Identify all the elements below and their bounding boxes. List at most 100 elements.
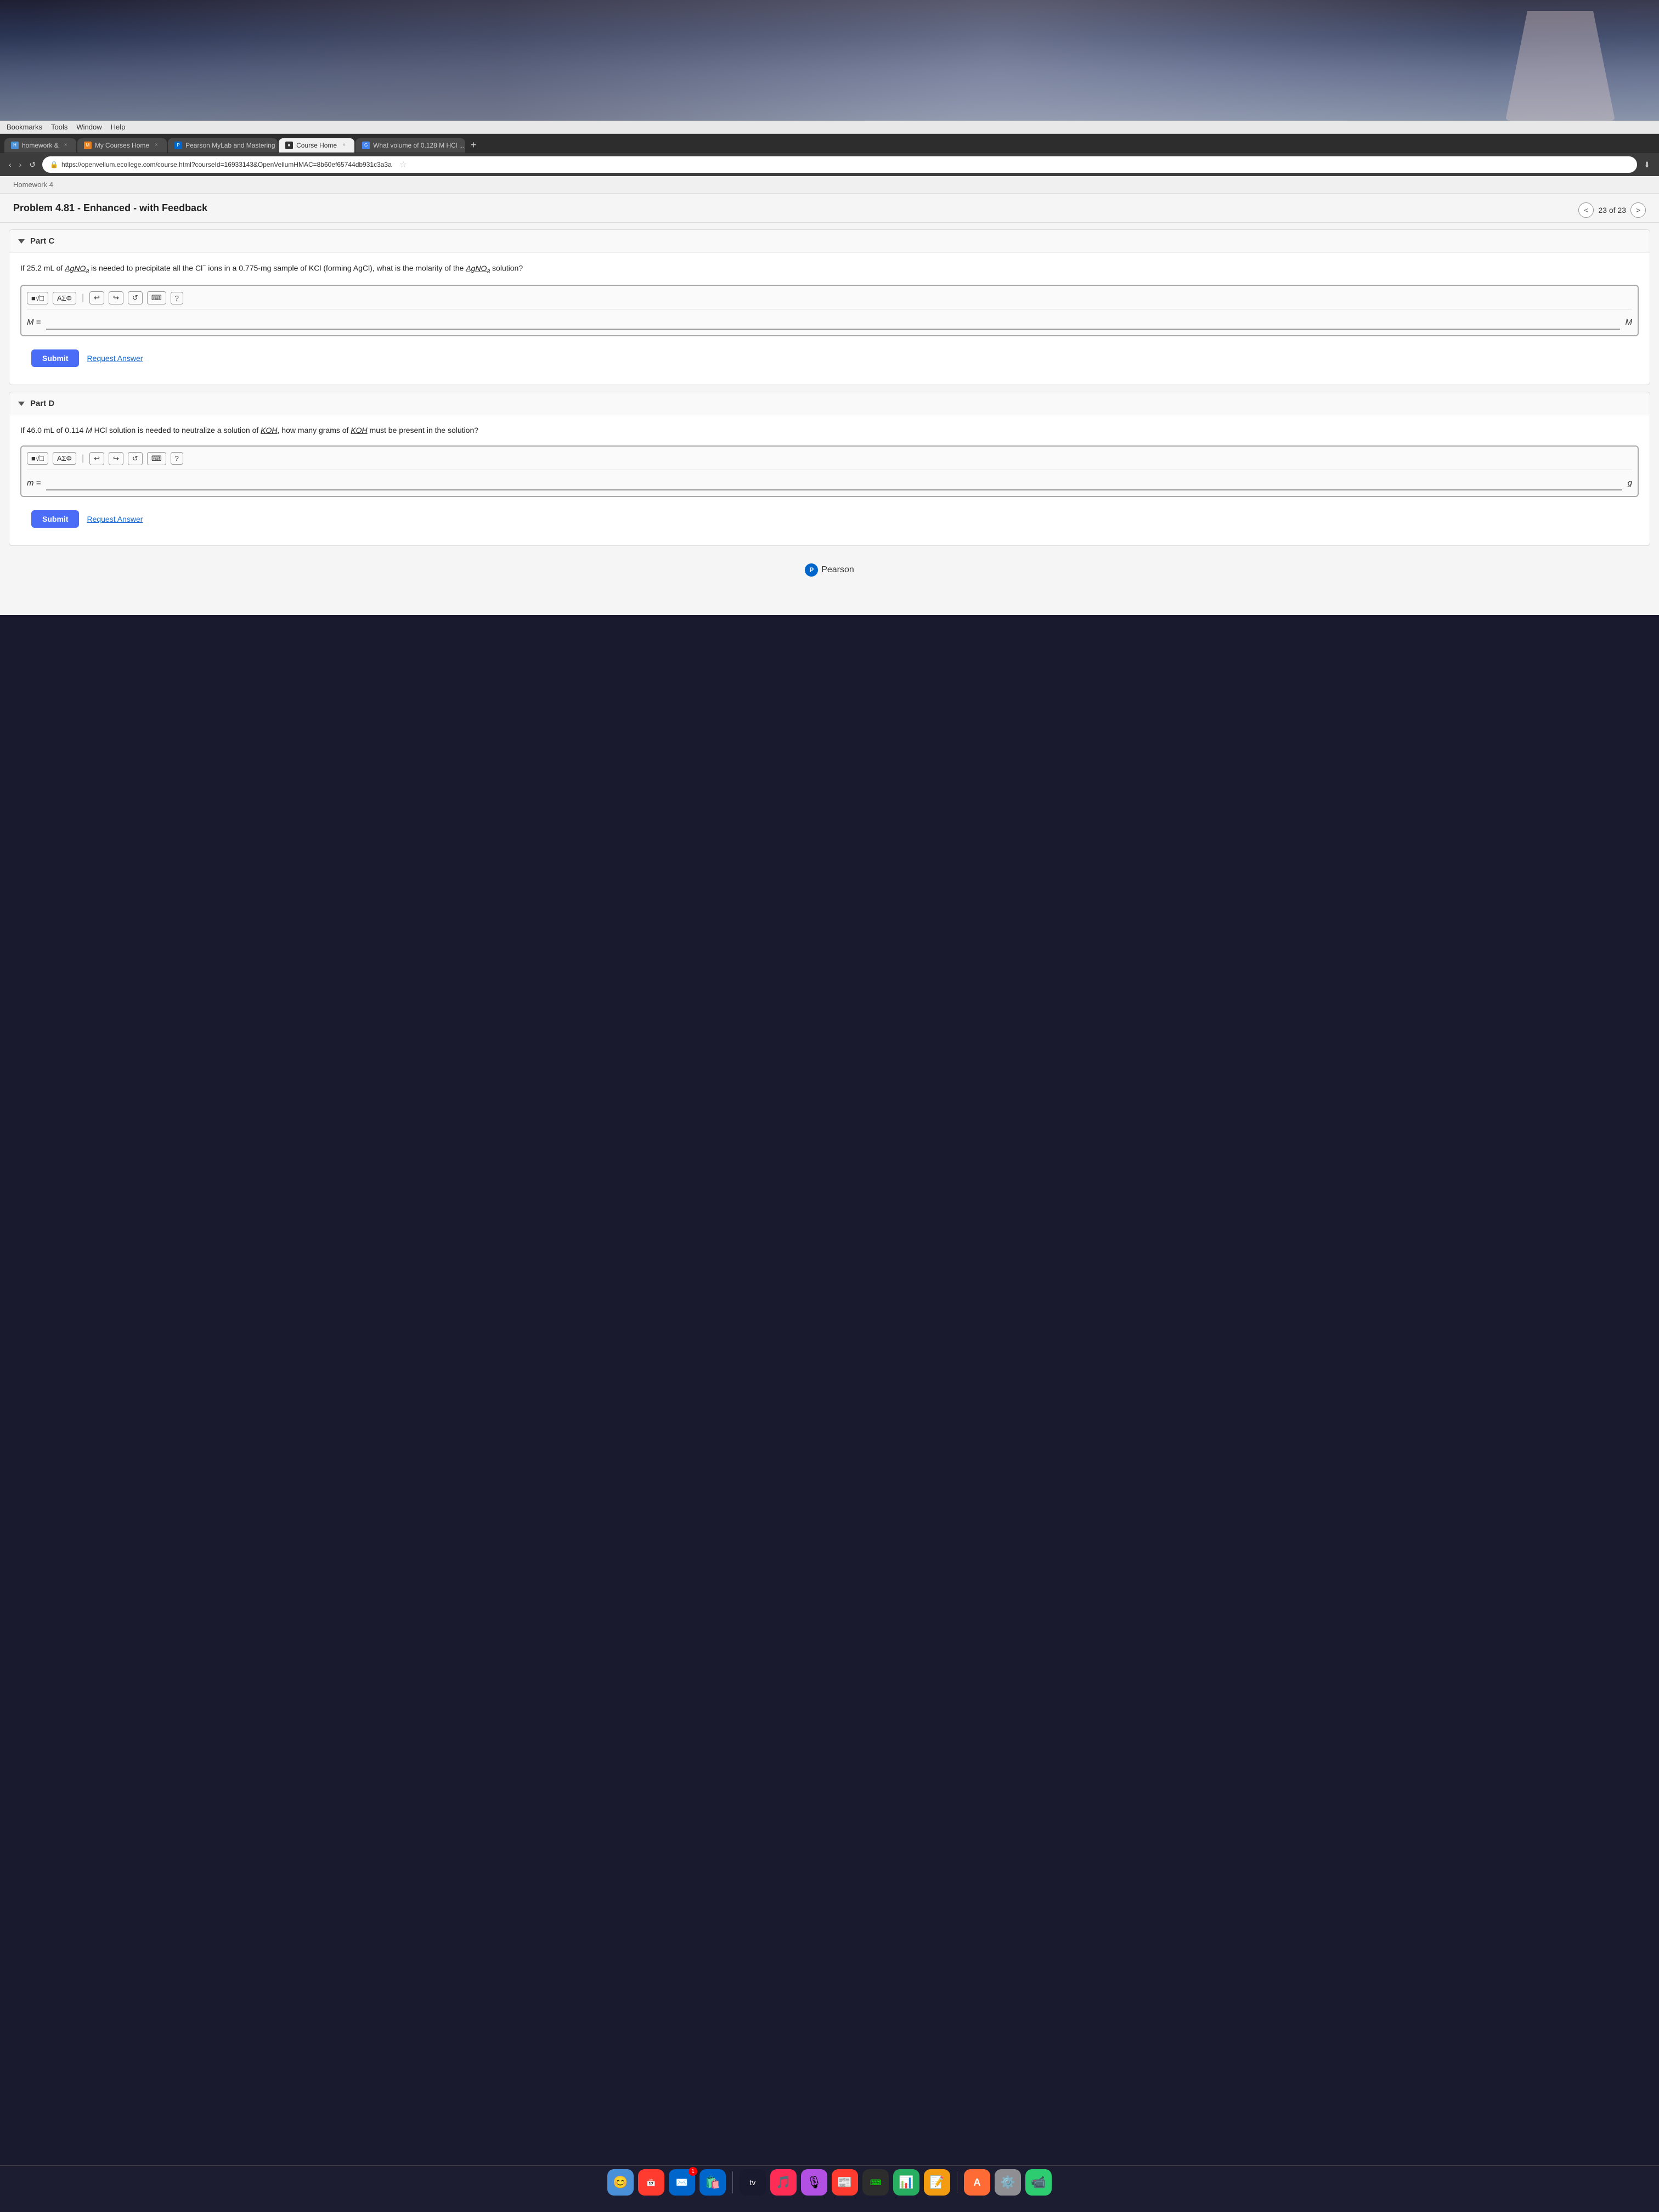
sep1-c: |	[82, 293, 84, 303]
tab-coursehome[interactable]: ■ Course Home ×	[279, 138, 354, 153]
dock-appstore[interactable]: 🛍️	[699, 2169, 726, 2196]
part-c-header[interactable]: Part C	[9, 230, 1650, 253]
tab-close-mycourses[interactable]: ×	[153, 142, 160, 149]
part-c-answer-row: M = M	[27, 315, 1632, 330]
dock-calendar[interactable]: 📅	[638, 2169, 664, 2196]
tab-mycourses[interactable]: M My Courses Home ×	[77, 138, 167, 153]
dock-tv[interactable]: tv	[740, 2169, 766, 2196]
bookmark-star[interactable]: ☆	[399, 159, 407, 170]
symbol-btn-c[interactable]: ΑΣΦ	[53, 292, 76, 304]
dock-settings[interactable]: ⚙️	[995, 2169, 1021, 2196]
menu-bookmarks[interactable]: Bookmarks	[7, 123, 42, 131]
tab-close-homework[interactable]: ×	[62, 142, 70, 149]
tab-google[interactable]: G What volume of 0.128 M HCl ... ×	[356, 138, 465, 153]
keyboard-btn-c[interactable]: ⌨	[147, 291, 166, 304]
menu-window[interactable]: Window	[76, 123, 101, 131]
dock-notes[interactable]: 📝	[924, 2169, 950, 2196]
browser-chrome: H homework & × M My Courses Home × P Pea…	[0, 134, 1659, 176]
reload-btn[interactable]: ↺	[27, 159, 38, 171]
redo-btn-c[interactable]: ↪	[109, 291, 123, 304]
part-d-unit: g	[1628, 478, 1632, 488]
share-btn[interactable]: ⬇	[1641, 159, 1652, 171]
collapse-arrow-d	[18, 402, 25, 406]
menu-tools[interactable]: Tools	[51, 123, 67, 131]
main-content: Homework 4 Problem 4.81 - Enhanced - wit…	[0, 176, 1659, 615]
keyboard-btn-d[interactable]: ⌨	[147, 452, 166, 465]
part-d-var-label: m =	[27, 478, 41, 488]
part-c-toolbar: ■√□ ΑΣΦ | ↩ ↪ ↺ ⌨ ?	[27, 291, 1632, 309]
pearson-brand: Pearson	[821, 565, 854, 575]
part-d-question: If 46.0 mL of 0.114 M HCl solution is ne…	[20, 424, 1639, 436]
pearson-logo: P	[805, 563, 818, 577]
part-d-submit-btn[interactable]: Submit	[31, 510, 79, 528]
url-text: https://openvellum.ecollege.com/course.h…	[61, 161, 392, 168]
undo-btn-d[interactable]: ↩	[89, 452, 104, 465]
part-c-input[interactable]	[46, 315, 1620, 330]
new-tab-btn[interactable]: +	[466, 137, 481, 153]
pagination: < 23 of 23 >	[1578, 202, 1646, 218]
part-c-submit-btn[interactable]: Submit	[31, 349, 79, 367]
tab-favicon-pearson: P	[174, 142, 182, 149]
undo-btn-c[interactable]: ↩	[89, 291, 104, 304]
forward-btn[interactable]: ›	[17, 159, 24, 170]
tab-label-homework: homework &	[22, 142, 59, 149]
part-d-input[interactable]	[46, 476, 1622, 490]
part-d-request-answer-link[interactable]: Request Answer	[87, 515, 143, 523]
part-d-body: If 46.0 mL of 0.114 M HCl solution is ne…	[9, 415, 1650, 545]
dock-music[interactable]: 🎵	[770, 2169, 797, 2196]
part-d-label: Part D	[30, 399, 54, 408]
problem-header: Problem 4.81 - Enhanced - with Feedback …	[0, 194, 1659, 223]
part-d-answer-row: m = g	[27, 476, 1632, 490]
dock-iterm[interactable]: ⌨	[862, 2169, 889, 2196]
back-btn[interactable]: ‹	[7, 159, 14, 170]
problem-title: Problem 4.81 - Enhanced - with Feedback	[13, 202, 207, 214]
math-btn-c[interactable]: ■√□	[27, 292, 48, 304]
tab-bar: H homework & × M My Courses Home × P Pea…	[0, 134, 1659, 153]
tab-pearson[interactable]: P Pearson MyLab and Mastering ×	[168, 138, 278, 153]
nav-buttons: ‹ › ↺	[7, 159, 38, 171]
part-d-toolbar: ■√□ ΑΣΦ | ↩ ↪ ↺ ⌨ ?	[27, 452, 1632, 470]
part-d-header[interactable]: Part D	[9, 392, 1650, 415]
dock-charts[interactable]: 📊	[893, 2169, 919, 2196]
dock-news[interactable]: 📰	[832, 2169, 858, 2196]
mac-dock: 😊 📅 ✉️ 1 🛍️ tv 🎵 🎙 📰 ⌨ 📊 📝 A ⚙️ 📹	[0, 2165, 1659, 2212]
tab-homework[interactable]: H homework & ×	[4, 138, 76, 153]
next-page-btn[interactable]: >	[1630, 202, 1646, 218]
part-c-question: If 25.2 mL of AgNO3 is needed to precipi…	[20, 262, 1639, 276]
tab-favicon-google: G	[362, 142, 370, 149]
page-count: 23 of 23	[1598, 206, 1626, 215]
part-d-action-row: Submit Request Answer	[20, 505, 1639, 537]
toolbar-icons: ⬇	[1641, 159, 1652, 171]
breadcrumb: Homework 4	[13, 180, 53, 189]
refresh-btn-c[interactable]: ↺	[128, 291, 143, 304]
tab-favicon-homework: H	[11, 142, 19, 149]
help-btn-c[interactable]: ?	[171, 292, 183, 304]
tab-label-google: What volume of 0.128 M HCl ...	[373, 142, 465, 149]
tab-favicon-mycourses: M	[84, 142, 92, 149]
prev-page-btn[interactable]: <	[1578, 202, 1594, 218]
address-bar[interactable]: 🔒 https://openvellum.ecollege.com/course…	[42, 156, 1637, 173]
dock-badge-mail: 1	[689, 2167, 697, 2176]
tab-close-coursehome[interactable]: ×	[340, 142, 348, 149]
dock-facetime[interactable]: 📹	[1025, 2169, 1052, 2196]
refresh-btn-d[interactable]: ↺	[128, 452, 143, 465]
part-c-request-answer-link[interactable]: Request Answer	[87, 354, 143, 363]
menu-help[interactable]: Help	[111, 123, 126, 131]
top-image	[0, 0, 1659, 121]
dock-podcasts[interactable]: 🎙	[801, 2169, 827, 2196]
tab-label-pearson: Pearson MyLab and Mastering	[185, 142, 275, 149]
symbol-btn-d[interactable]: ΑΣΦ	[53, 452, 76, 465]
collapse-arrow-c	[18, 239, 25, 244]
part-c-label: Part C	[30, 236, 54, 246]
dock-mail[interactable]: ✉️ 1	[669, 2169, 695, 2196]
dock-swift[interactable]: A	[964, 2169, 990, 2196]
tab-favicon-coursehome: ■	[285, 142, 293, 149]
help-btn-d[interactable]: ?	[171, 452, 183, 465]
math-btn-d[interactable]: ■√□	[27, 452, 48, 465]
tab-label-mycourses: My Courses Home	[95, 142, 149, 149]
menu-bar: Bookmarks Tools Window Help	[0, 121, 1659, 134]
address-bar-row: ‹ › ↺ 🔒 https://openvellum.ecollege.com/…	[0, 153, 1659, 176]
dock-finder[interactable]: 😊	[607, 2169, 634, 2196]
redo-btn-d[interactable]: ↪	[109, 452, 123, 465]
part-c-var-label: M =	[27, 318, 41, 327]
